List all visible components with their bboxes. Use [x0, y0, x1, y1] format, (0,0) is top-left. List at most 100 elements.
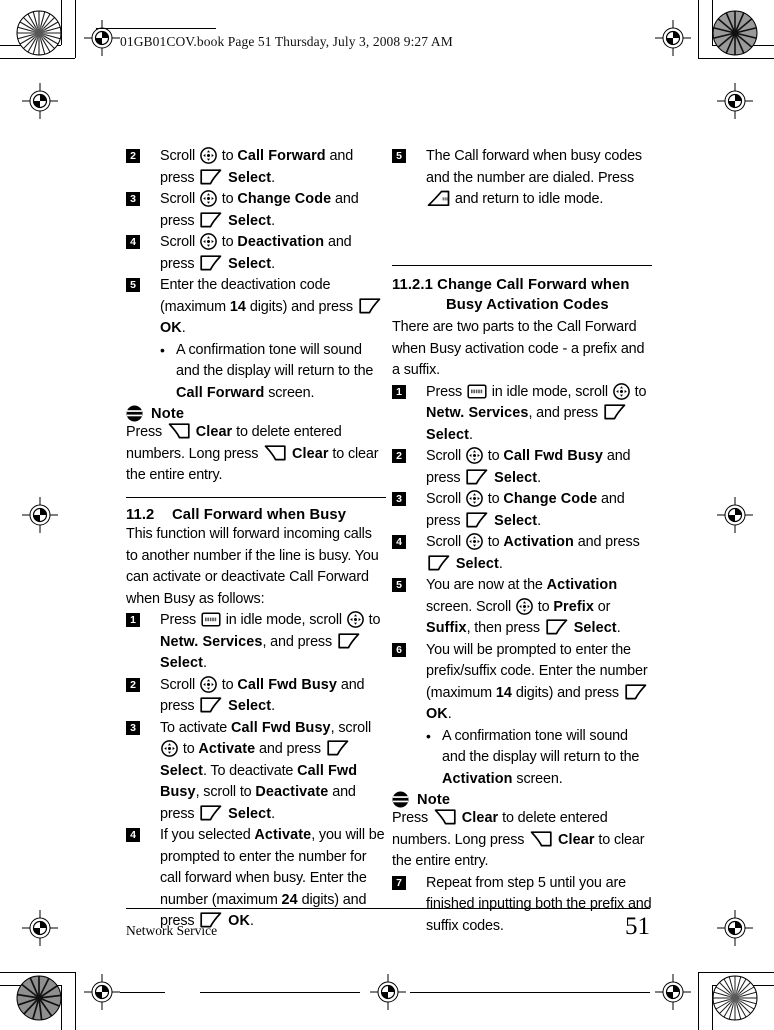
- emphasis-text: Clear: [461, 810, 499, 827]
- menu-key-icon: [467, 384, 487, 399]
- step-number: 1: [126, 613, 140, 628]
- navigation-scroll-key-icon: [466, 533, 483, 550]
- emphasis-text: Prefix: [553, 598, 594, 615]
- numbered-step: 2 Scroll to Call Forward and press Select…: [126, 146, 386, 189]
- navigation-scroll-key-icon: [466, 447, 483, 464]
- step-text: Scroll to Call Forward and press Select.: [160, 147, 354, 186]
- page-number: 51: [625, 913, 650, 940]
- numbered-step: 2 Scroll to Call Fwd Busy and press Selec…: [126, 675, 386, 718]
- section-steps-list: 1 Press in idle mode, scroll to Netw. Ser…: [392, 382, 652, 726]
- step-text: Press in idle mode, scroll to Netw. Serv…: [160, 611, 381, 672]
- navigation-scroll-key-icon: [346, 611, 364, 628]
- emphasis-text: Netw. Services: [426, 405, 529, 422]
- step-number: 3: [126, 192, 140, 206]
- numbered-step: 4 Scroll to Activation and press Select.: [392, 532, 652, 575]
- emphasis-text: Change Code: [237, 191, 332, 207]
- emphasis-text: Call Fwd Busy: [503, 448, 603, 465]
- step-number: 3: [392, 492, 406, 507]
- bullet-text: A confirmation tone will sound and the d…: [442, 727, 640, 787]
- emphasis-text: Select: [426, 426, 469, 443]
- step-number: 2: [392, 449, 406, 464]
- emphasis-text: Call Forward: [237, 148, 326, 164]
- step-text: Press in idle mode, scroll to Netw. Serv…: [426, 382, 647, 443]
- section-title: Call Forward when Busy: [172, 507, 347, 524]
- emphasis-text: Select: [573, 620, 617, 637]
- numbered-step: 5 You are now at the Activation screen. S…: [392, 575, 652, 640]
- emphasis-text: OK: [426, 706, 448, 723]
- numbered-step: 5 Enter the deactivation code (maximum 14…: [126, 275, 386, 340]
- left-soft-key-icon: [337, 632, 361, 650]
- step-text: You are now at the Activation screen. Sc…: [426, 577, 621, 637]
- emphasis-text: Select: [455, 555, 499, 572]
- footer-section-name: Network Service: [126, 923, 218, 938]
- left-soft-key-icon: [603, 403, 627, 421]
- step-number: 4: [126, 235, 140, 249]
- bullet-item: • A confirmation tone will sound and the…: [392, 726, 652, 791]
- left-soft-key-icon: [326, 739, 350, 757]
- note-label: Note: [151, 405, 185, 422]
- emphasis-text: Call Fwd Busy: [231, 719, 331, 736]
- numbered-step: 1 Press in idle mode, scroll to Netw. Ser…: [392, 382, 652, 447]
- left-soft-key-icon: [624, 683, 648, 701]
- left-soft-key-icon: [545, 618, 569, 636]
- emphasis-text: 24: [281, 891, 298, 908]
- emphasis-text: Netw. Services: [160, 633, 263, 650]
- navigation-scroll-key-icon: [200, 147, 217, 164]
- bullet-dot: •: [160, 341, 165, 358]
- emphasis-text: Clear: [195, 424, 233, 440]
- emphasis-text: Select: [160, 655, 203, 672]
- numbered-step: 5 The Call forward when busy codes and th…: [392, 146, 652, 211]
- emphasis-text: Select: [494, 469, 538, 486]
- navigation-scroll-key-icon: [612, 382, 630, 400]
- section-intro: There are two parts to the Call Forward …: [392, 319, 645, 379]
- emphasis-text: Call Forward: [176, 384, 265, 401]
- step-number: 5: [392, 578, 406, 593]
- emphasis-text: Activate: [198, 741, 256, 758]
- step-text: Scroll to Call Fwd Busy and press Select…: [160, 675, 365, 715]
- numbered-step: 3 Scroll to Change Code and press Select.: [392, 489, 652, 532]
- clear-key-icon: [263, 444, 287, 462]
- emphasis-text: Select: [160, 762, 203, 779]
- bullet-item: • A confirmation tone will sound and the…: [126, 340, 386, 405]
- emphasis-text: 14: [495, 684, 513, 701]
- section-heading-11-2-1: 11.2.1 Change Call Forward when Busy Act…: [392, 275, 652, 315]
- emphasis-text: Deactivate: [255, 784, 329, 801]
- step-number: 1: [392, 384, 406, 399]
- numbered-step: 2 Scroll to Call Fwd Busy and press Selec…: [392, 446, 652, 489]
- section-steps-list: 1 Press in idle mode, scroll to Netw. Ser…: [126, 610, 386, 933]
- left-soft-key-icon: [465, 511, 489, 529]
- left-soft-key-icon: [199, 168, 223, 186]
- note-icon: [126, 405, 143, 422]
- numbered-step: 6 You will be prompted to enter the prefi…: [392, 640, 652, 726]
- section-title-line2: Busy Activation Codes: [446, 297, 609, 314]
- left-soft-key-icon: [465, 468, 489, 486]
- numbered-step: 3 Scroll to Change Code and press Select.: [126, 189, 386, 232]
- step-text: You will be prompted to enter the prefix…: [426, 641, 648, 723]
- step-number: 6: [392, 642, 406, 657]
- left-soft-key-icon: [199, 696, 223, 714]
- note-header: Note: [392, 791, 652, 808]
- emphasis-text: Suffix: [426, 620, 467, 637]
- emphasis-text: Select: [228, 212, 272, 229]
- note-icon: [392, 791, 409, 808]
- section-rule: [392, 264, 652, 267]
- emphasis-text: Activation: [546, 577, 618, 594]
- clear-key-icon: [529, 830, 553, 848]
- step-number: 2: [126, 149, 140, 163]
- left-column: 2 Scroll to Call Forward and press Select…: [126, 146, 386, 933]
- navigation-scroll-key-icon: [516, 597, 533, 615]
- clear-key-icon: [167, 422, 191, 440]
- left-soft-key-icon: [199, 211, 223, 229]
- navigation-scroll-key-icon: [466, 490, 483, 507]
- section-title-line1: Change Call Forward when: [437, 277, 630, 294]
- navigation-scroll-key-icon: [200, 190, 217, 207]
- menu-key-icon: [201, 612, 221, 627]
- numbered-step: 4 Scroll to Deactivation and press Select…: [126, 232, 386, 275]
- note-body: Press Clear to delete entered numbers. L…: [392, 809, 645, 870]
- step-text: Scroll to Change Code and press Select.: [426, 490, 625, 529]
- note-header: Note: [126, 405, 386, 422]
- step-text: Enter the deactivation code (maximum 14 …: [160, 277, 383, 336]
- step-text: The Call forward when busy codes and the…: [426, 148, 642, 207]
- emphasis-text: Clear: [292, 445, 329, 462]
- left-soft-key-icon: [199, 254, 223, 272]
